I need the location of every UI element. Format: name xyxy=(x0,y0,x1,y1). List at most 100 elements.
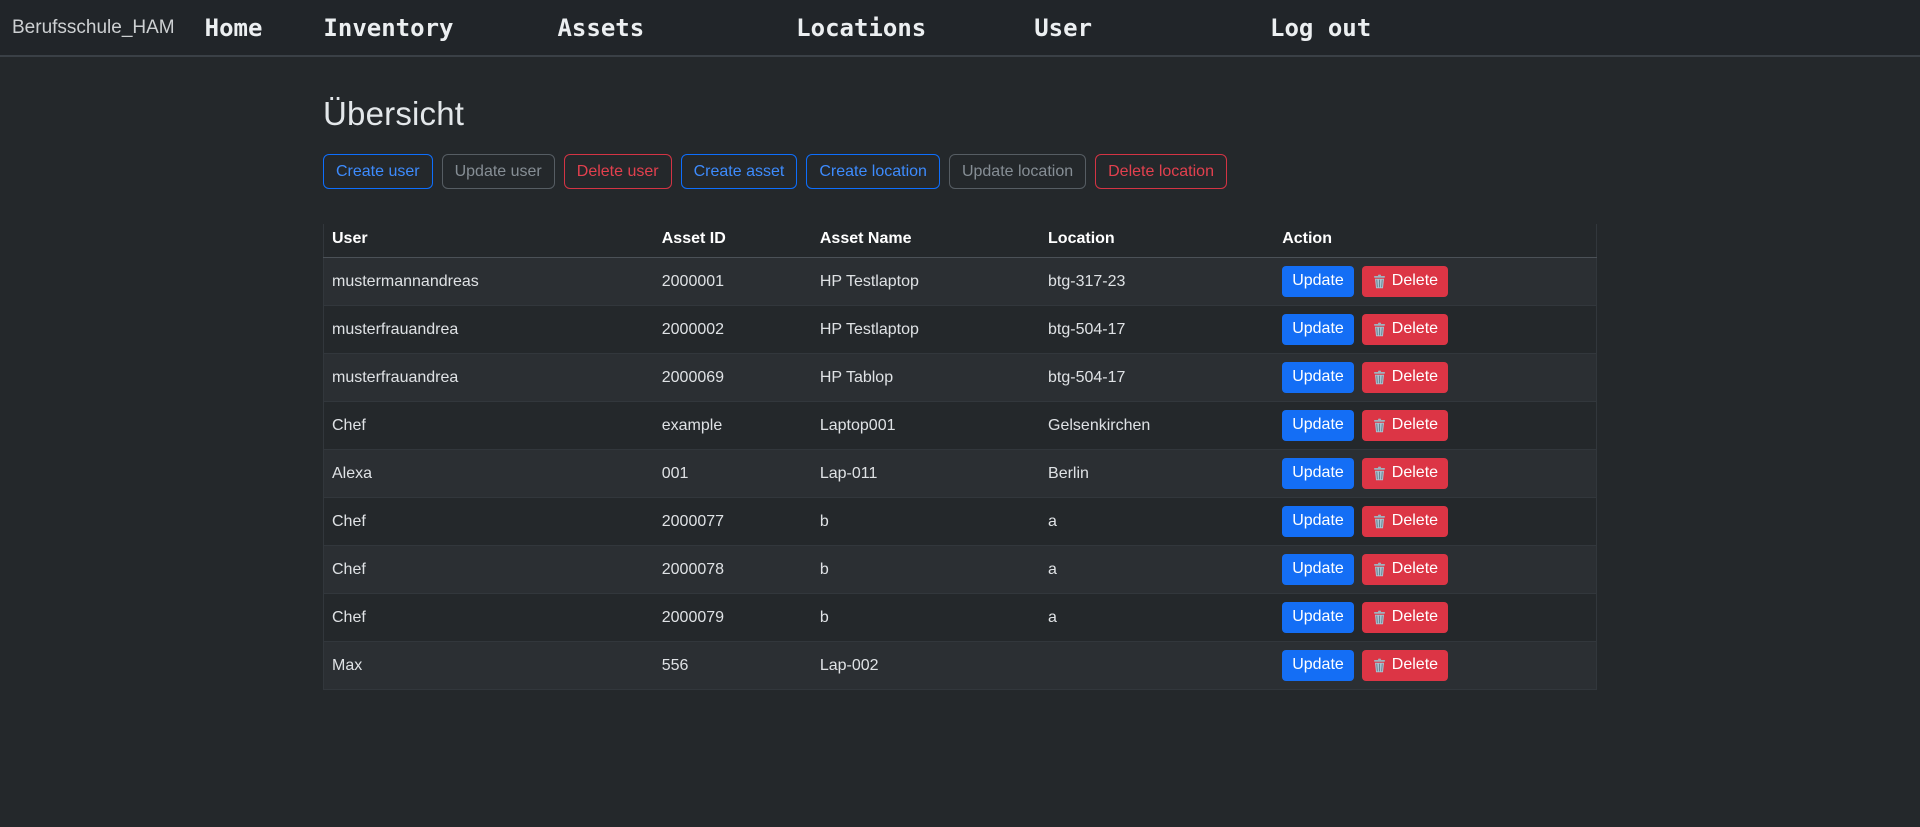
cell-location: a xyxy=(1040,594,1274,642)
update-user-button[interactable]: Update user xyxy=(442,154,555,189)
action-buttons: Update Delete xyxy=(1282,410,1588,441)
cell-asset-name: HP Testlaptop xyxy=(812,306,1040,354)
cell-user: Chef xyxy=(324,498,654,546)
delete-row-label: Delete xyxy=(1392,511,1438,532)
update-row-button[interactable]: Update xyxy=(1282,410,1354,441)
cell-asset-name: HP Testlaptop xyxy=(812,258,1040,306)
cell-user: Chef xyxy=(324,594,654,642)
nav-item-assets[interactable]: Assets xyxy=(557,14,644,42)
update-row-button[interactable]: Update xyxy=(1282,458,1354,489)
cell-asset-name: HP Tablop xyxy=(812,354,1040,402)
trash-icon xyxy=(1372,466,1387,481)
update-row-button[interactable]: Update xyxy=(1282,362,1354,393)
delete-row-label: Delete xyxy=(1392,607,1438,628)
table-row: mustermannandreas2000001HP Testlaptopbtg… xyxy=(324,258,1597,306)
cell-action: Update Delete xyxy=(1274,258,1596,306)
create-user-button[interactable]: Create user xyxy=(323,154,433,189)
column-header: User xyxy=(324,224,654,258)
update-row-button[interactable]: Update xyxy=(1282,314,1354,345)
delete-row-button[interactable]: Delete xyxy=(1362,266,1448,297)
cell-asset-name: b xyxy=(812,546,1040,594)
cell-user: Chef xyxy=(324,402,654,450)
nav-item-user[interactable]: User xyxy=(1034,14,1092,42)
table-row: Chef2000079baUpdateDelete xyxy=(324,594,1597,642)
content: Übersicht Create user Update user Delete u… xyxy=(323,57,1597,690)
navbar-brand[interactable]: Berufsschule_HAM xyxy=(12,17,175,39)
trash-icon xyxy=(1372,562,1387,577)
navbar: Berufsschule_HAM Home Inventory Assets Loca… xyxy=(0,0,1920,57)
cell-asset-name: b xyxy=(812,594,1040,642)
table-row: musterfrauandrea2000002HP Testlaptopbtg-… xyxy=(324,306,1597,354)
delete-row-label: Delete xyxy=(1392,415,1438,436)
table-header: UserAsset IDAsset NameLocationAction xyxy=(324,224,1597,258)
delete-row-label: Delete xyxy=(1392,271,1438,292)
delete-row-button[interactable]: Delete xyxy=(1362,458,1448,489)
update-location-button[interactable]: Update location xyxy=(949,154,1086,189)
cell-action: Update Delete xyxy=(1274,546,1596,594)
table-header-row: UserAsset IDAsset NameLocationAction xyxy=(324,224,1597,258)
create-location-button[interactable]: Create location xyxy=(806,154,940,189)
table-body: mustermannandreas2000001HP Testlaptopbtg… xyxy=(324,258,1597,690)
cell-location: btg-317-23 xyxy=(1040,258,1274,306)
column-header: Location xyxy=(1040,224,1274,258)
action-buttons: Update Delete xyxy=(1282,458,1588,489)
nav-item-home[interactable]: Home xyxy=(205,14,263,42)
table-row: Alexa001Lap-011BerlinUpdateDelete xyxy=(324,450,1597,498)
trash-icon xyxy=(1372,274,1387,289)
cell-location: btg-504-17 xyxy=(1040,306,1274,354)
action-buttons: Update Delete xyxy=(1282,266,1588,297)
action-buttons: Update Delete xyxy=(1282,362,1588,393)
column-header: Asset ID xyxy=(654,224,812,258)
assets-table: UserAsset IDAsset NameLocationAction mus… xyxy=(323,224,1597,690)
cell-asset-name: Lap-011 xyxy=(812,450,1040,498)
create-asset-button[interactable]: Create asset xyxy=(681,154,798,189)
delete-location-button[interactable]: Delete location xyxy=(1095,154,1227,189)
cell-user: mustermannandreas xyxy=(324,258,654,306)
table-row: Chef2000077baUpdateDelete xyxy=(324,498,1597,546)
nav-item-locations[interactable]: Locations xyxy=(796,14,926,42)
cell-asset-name: Lap-002 xyxy=(812,642,1040,690)
delete-row-label: Delete xyxy=(1392,367,1438,388)
cell-action: Update Delete xyxy=(1274,498,1596,546)
delete-row-button[interactable]: Delete xyxy=(1362,554,1448,585)
cell-asset-id: example xyxy=(654,402,812,450)
toolbar: Create user Update user Delete user Create … xyxy=(323,154,1597,189)
cell-asset-id: 556 xyxy=(654,642,812,690)
cell-action: Update Delete xyxy=(1274,450,1596,498)
nav-item-logout[interactable]: Log out xyxy=(1270,14,1371,42)
cell-location: Berlin xyxy=(1040,450,1274,498)
update-row-button[interactable]: Update xyxy=(1282,602,1354,633)
cell-user: musterfrauandrea xyxy=(324,354,654,402)
cell-user: Alexa xyxy=(324,450,654,498)
delete-row-button[interactable]: Delete xyxy=(1362,602,1448,633)
delete-row-label: Delete xyxy=(1392,319,1438,340)
nav-item-inventory[interactable]: Inventory xyxy=(323,14,453,42)
cell-asset-id: 2000078 xyxy=(654,546,812,594)
delete-row-button[interactable]: Delete xyxy=(1362,362,1448,393)
update-row-button[interactable]: Update xyxy=(1282,506,1354,537)
table-row: Chef2000078baUpdateDelete xyxy=(324,546,1597,594)
cell-location: a xyxy=(1040,498,1274,546)
delete-row-button[interactable]: Delete xyxy=(1362,506,1448,537)
update-row-button[interactable]: Update xyxy=(1282,266,1354,297)
cell-action: Update Delete xyxy=(1274,306,1596,354)
update-row-button[interactable]: Update xyxy=(1282,554,1354,585)
delete-row-button[interactable]: Delete xyxy=(1362,314,1448,345)
cell-action: Update Delete xyxy=(1274,594,1596,642)
update-row-button[interactable]: Update xyxy=(1282,650,1354,681)
delete-row-button[interactable]: Delete xyxy=(1362,410,1448,441)
cell-asset-id: 2000002 xyxy=(654,306,812,354)
page-title: Übersicht xyxy=(323,95,1597,133)
table-row: ChefexampleLaptop001Gelsenkirchen Update D… xyxy=(324,402,1597,450)
cell-location: btg-504-17 xyxy=(1040,354,1274,402)
trash-icon xyxy=(1372,658,1387,673)
delete-user-button[interactable]: Delete user xyxy=(564,154,672,189)
cell-location xyxy=(1040,642,1274,690)
cell-asset-id: 2000069 xyxy=(654,354,812,402)
delete-row-button[interactable]: Delete xyxy=(1362,650,1448,681)
action-buttons: Update Delete xyxy=(1282,554,1588,585)
cell-asset-id: 2000077 xyxy=(654,498,812,546)
cell-location: Gelsenkirchen xyxy=(1040,402,1274,450)
cell-asset-name: Laptop001 xyxy=(812,402,1040,450)
action-buttons: Update Delete xyxy=(1282,602,1588,633)
